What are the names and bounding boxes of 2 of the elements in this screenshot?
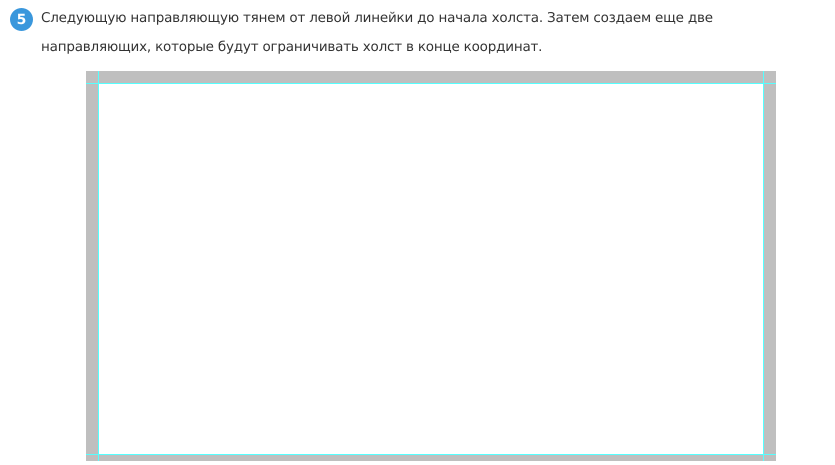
step-number: 5 <box>10 8 33 31</box>
step-text: Следующую направляющую тянем от левой линейки до начала холста. Затем создаем еще две направляющих, которые будут ограничивать холст в конце координат. <box>41 9 714 57</box>
